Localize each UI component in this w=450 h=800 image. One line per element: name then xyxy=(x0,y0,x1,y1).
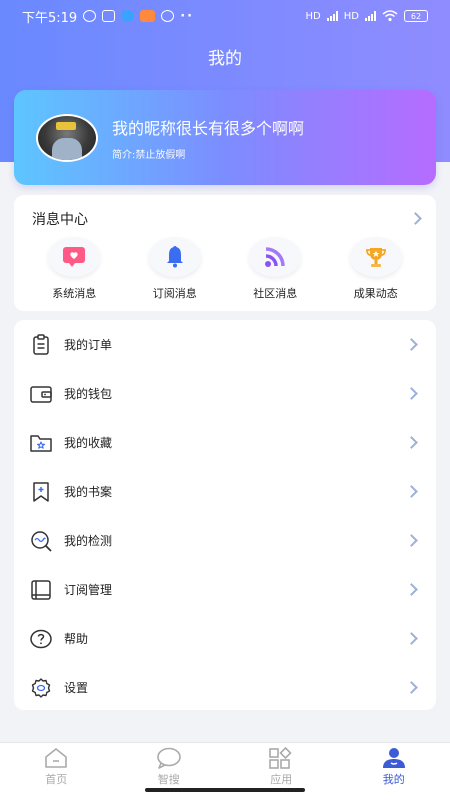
nav-mine[interactable]: 我的 xyxy=(338,743,450,800)
book-icon xyxy=(31,579,51,600)
chat-notification-icon xyxy=(121,10,135,22)
chevron-right-icon xyxy=(405,681,418,694)
magnifier-wave-icon xyxy=(31,530,52,552)
wallet-icon xyxy=(30,385,52,403)
bookmark-plus-icon xyxy=(33,481,49,502)
signal-icon-2 xyxy=(365,11,376,21)
menu-item-label: 帮助 xyxy=(64,632,89,646)
menu-item-label: 我的书案 xyxy=(64,485,113,499)
chevron-right-icon xyxy=(405,534,418,547)
feed-icon xyxy=(265,247,285,267)
message-center-header[interactable]: 消息中心 xyxy=(14,195,436,231)
alarm-icon xyxy=(83,10,97,22)
message-item-community[interactable]: 社区消息 xyxy=(230,237,320,301)
folder-star-icon xyxy=(30,434,52,452)
battery-level: 62 xyxy=(410,11,422,21)
network-hd-label-1: HD xyxy=(305,10,321,22)
help-icon xyxy=(30,629,52,648)
news-notification-icon xyxy=(140,10,156,22)
home-indicator[interactable] xyxy=(145,788,305,792)
message-item-system[interactable]: 系统消息 xyxy=(29,237,119,301)
apps-icon xyxy=(269,747,292,769)
page-title: 我的 xyxy=(208,49,242,69)
nav-label: 首页 xyxy=(45,773,68,786)
bell-icon xyxy=(166,246,183,268)
settings-icon xyxy=(31,677,51,698)
menu-item-label: 我的检测 xyxy=(64,534,113,548)
message-item-subscription[interactable]: 订阅消息 xyxy=(130,237,220,301)
menu-card: 我的订单 我的钱包 我的收藏 我的书案 我的检测 订阅管理 帮助 设置 xyxy=(14,320,436,710)
clipboard-icon xyxy=(33,333,49,355)
chevron-right-icon xyxy=(405,485,418,498)
menu-item-label: 我的收藏 xyxy=(64,436,113,450)
trophy-icon xyxy=(365,248,386,267)
menu-item-wallet[interactable]: 我的钱包 xyxy=(14,369,436,418)
menu-item-help[interactable]: 帮助 xyxy=(14,614,436,663)
chevron-right-icon xyxy=(405,583,418,596)
menu-item-detection[interactable]: 我的检测 xyxy=(14,516,436,565)
signal-icon xyxy=(326,11,338,21)
message-item-label: 成果动态 xyxy=(353,287,398,300)
chevron-right-icon xyxy=(405,436,418,449)
home-icon xyxy=(45,748,68,768)
nav-home[interactable]: 首页 xyxy=(0,743,113,800)
menu-item-favorites[interactable]: 我的收藏 xyxy=(14,418,436,467)
message-item-label: 社区消息 xyxy=(253,287,298,300)
battery-icon: 62 xyxy=(404,10,428,22)
message-item-achievements[interactable]: 成果动态 xyxy=(331,237,421,301)
chat-search-icon xyxy=(156,747,181,769)
chevron-right-icon xyxy=(409,212,422,225)
chevron-right-icon xyxy=(405,632,418,645)
nav-label: 智搜 xyxy=(157,773,180,786)
profile-card[interactable]: 我的昵称很长有很多个啊啊 简介:禁止放假啊 xyxy=(14,90,436,185)
nav-label: 我的 xyxy=(382,773,405,786)
chevron-right-icon xyxy=(405,387,418,400)
more-notifications-icon: ·· xyxy=(180,8,195,24)
status-time: 下午5:19 xyxy=(22,10,78,26)
menu-item-label: 我的钱包 xyxy=(64,387,113,401)
menu-item-subscription-management[interactable]: 订阅管理 xyxy=(14,565,436,614)
menu-item-label: 我的订单 xyxy=(64,338,113,352)
menu-item-bookshelf[interactable]: 我的书案 xyxy=(14,467,436,516)
message-notification-icon xyxy=(161,10,175,22)
menu-item-settings[interactable]: 设置 xyxy=(14,663,436,712)
menu-item-label: 订阅管理 xyxy=(64,583,113,597)
nickname: 我的昵称很长有很多个啊啊 xyxy=(112,118,305,138)
message-item-label: 订阅消息 xyxy=(152,287,197,300)
network-hd-label-2: HD xyxy=(343,10,359,22)
message-center-card: 消息中心 系统消息 订阅消息 社区消息 成果动态 xyxy=(14,195,436,311)
chevron-right-icon xyxy=(405,338,418,351)
menu-item-label: 设置 xyxy=(64,681,89,695)
wifi-icon xyxy=(382,10,398,22)
profile-intro: 简介:禁止放假啊 xyxy=(112,149,186,161)
message-heart-icon xyxy=(63,247,86,267)
menu-item-orders[interactable]: 我的订单 xyxy=(14,320,436,369)
app-notification-icon xyxy=(102,10,116,22)
message-item-label: 系统消息 xyxy=(52,287,97,300)
status-bar: 下午5:19 ·· HD HD 62 xyxy=(0,0,450,32)
user-icon xyxy=(382,748,405,768)
avatar[interactable] xyxy=(36,113,98,162)
message-center-title: 消息中心 xyxy=(32,211,88,228)
nav-label: 应用 xyxy=(270,773,293,786)
